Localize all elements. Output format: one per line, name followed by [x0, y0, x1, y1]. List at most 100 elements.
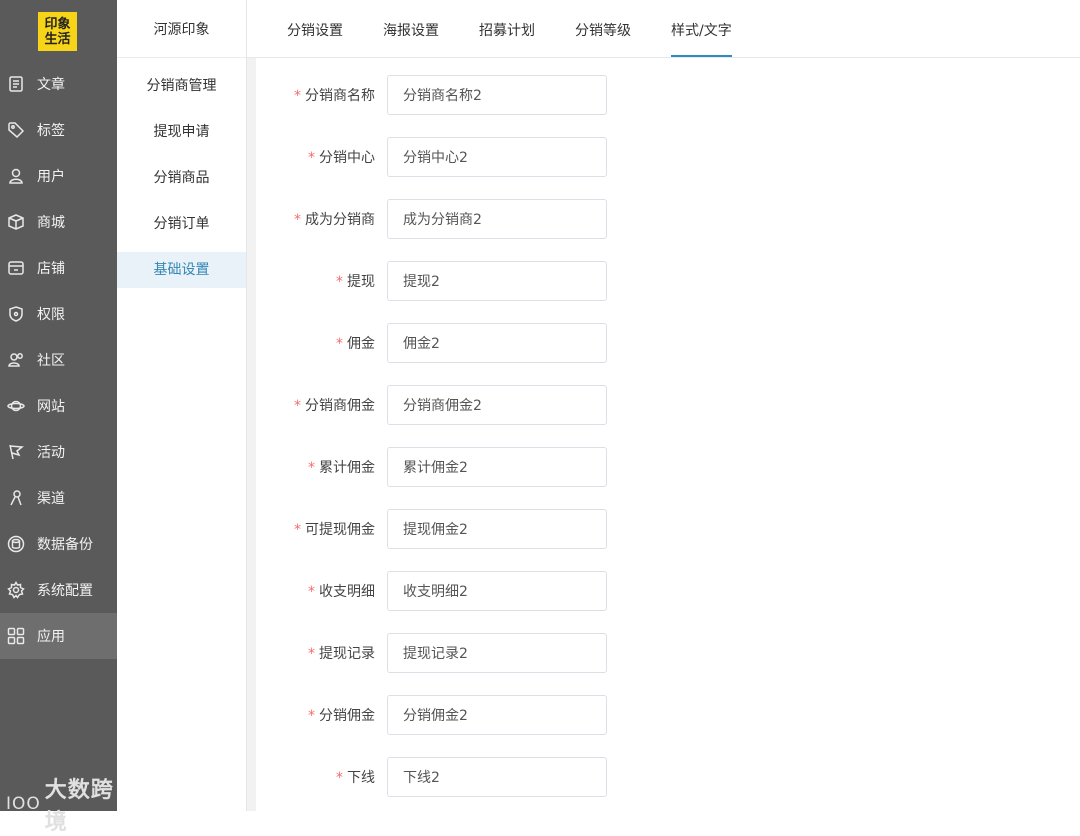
sidebar-item-articles[interactable]: 文章 — [0, 61, 117, 107]
field-label: * 累计佣金 — [247, 457, 375, 477]
form-row: * 提现记录 — [247, 633, 607, 673]
community-icon — [7, 351, 25, 369]
form-row: * 可提现佣金 — [247, 509, 607, 549]
field-label-text: 分销中心 — [319, 150, 375, 166]
app-logo[interactable]: 印象生活 — [38, 12, 77, 51]
flag-icon — [7, 443, 25, 461]
sidebar-item-community[interactable]: 社区 — [0, 337, 117, 383]
field-label: * 下线 — [247, 767, 375, 787]
required-mark: * — [336, 274, 343, 290]
required-mark: * — [308, 646, 315, 662]
field-label: * 提现 — [247, 271, 375, 291]
tag-icon — [7, 121, 25, 139]
field-label-text: 提现 — [347, 274, 375, 290]
sidebar-item-label: 活动 — [37, 445, 65, 461]
sidebar-item-permissions[interactable]: 权限 — [0, 291, 117, 337]
sidebar-item-label: 用户 — [37, 169, 65, 185]
subnav-item-distribution-products[interactable]: 分销商品 — [117, 160, 246, 196]
required-mark: * — [336, 770, 343, 786]
subnav-item-distribution-orders[interactable]: 分销订单 — [117, 206, 246, 242]
required-mark: * — [294, 88, 301, 104]
tab-style-text[interactable]: 样式/文字 — [671, 0, 732, 57]
shield-icon — [7, 305, 25, 323]
become-distributor-input[interactable] — [387, 199, 607, 239]
sidebar-item-label: 商城 — [37, 215, 65, 231]
field-label: * 可提现佣金 — [247, 519, 375, 539]
field-label-text: 佣金 — [347, 336, 375, 352]
sidebar-item-activity[interactable]: 活动 — [0, 429, 117, 475]
sidebar-item-label: 系统配置 — [37, 583, 93, 599]
tab-poster-settings[interactable]: 海报设置 — [383, 0, 439, 57]
subnav-item-distributor-management[interactable]: 分销商管理 — [117, 68, 246, 104]
sidebar-item-system-config[interactable]: 系统配置 — [0, 567, 117, 613]
withdraw-input[interactable] — [387, 261, 607, 301]
sidebar-item-label: 文章 — [37, 77, 65, 93]
form-row: * 成为分销商 — [247, 199, 607, 239]
sidebar-item-tags[interactable]: 标签 — [0, 107, 117, 153]
total-commission-input[interactable] — [387, 447, 607, 487]
watermark-logo-icon: IOO — [6, 794, 41, 814]
withdrawable-commission-input[interactable] — [387, 509, 607, 549]
sidebar-item-users[interactable]: 用户 — [0, 153, 117, 199]
watermark: IOO 大数跨境 — [6, 772, 117, 836]
form-row: * 分销佣金 — [247, 695, 607, 735]
field-label: * 成为分销商 — [247, 209, 375, 229]
sidebar-item-label: 渠道 — [37, 491, 65, 507]
field-label-text: 收支明细 — [319, 584, 375, 600]
form-row: * 佣金 — [247, 323, 607, 363]
required-mark: * — [294, 398, 301, 414]
database-icon — [7, 535, 25, 553]
planet-icon — [7, 397, 25, 415]
distribution-commission-input[interactable] — [387, 695, 607, 735]
required-mark: * — [308, 150, 315, 166]
sidebar-item-backup[interactable]: 数据备份 — [0, 521, 117, 567]
apps-icon — [7, 627, 25, 645]
sidebar-item-label: 数据备份 — [37, 537, 93, 553]
subnav-item-withdrawal-request[interactable]: 提现申请 — [117, 114, 246, 150]
commission-input[interactable] — [387, 323, 607, 363]
sidebar-item-label: 权限 — [37, 307, 65, 323]
form-row: * 累计佣金 — [247, 447, 607, 487]
sidebar-item-apps[interactable]: 应用 — [0, 613, 117, 659]
gear-icon — [7, 581, 25, 599]
withdrawal-records-input[interactable] — [387, 633, 607, 673]
field-label: * 分销佣金 — [247, 705, 375, 725]
sidebar-item-label: 网站 — [37, 399, 65, 415]
form-row: * 下线 — [247, 757, 607, 797]
distributor-name-input[interactable] — [387, 75, 607, 115]
required-mark: * — [308, 460, 315, 476]
main-nav: 文章 标签 用户 商城 店铺 权限 社区 网站 活动 渠道 数据备份 系统配置 … — [0, 61, 117, 659]
channel-icon — [7, 489, 25, 507]
sidebar-item-store[interactable]: 店铺 — [0, 245, 117, 291]
sidebar-item-channel[interactable]: 渠道 — [0, 475, 117, 521]
required-mark: * — [308, 584, 315, 600]
required-mark: * — [294, 212, 301, 228]
field-label-text: 累计佣金 — [319, 460, 375, 476]
required-mark: * — [308, 708, 315, 724]
user-icon — [7, 167, 25, 185]
distributor-commission-input[interactable] — [387, 385, 607, 425]
downline-input[interactable] — [387, 757, 607, 797]
sidebar-item-mall[interactable]: 商城 — [0, 199, 117, 245]
field-label: * 佣金 — [247, 333, 375, 353]
field-label: * 提现记录 — [247, 643, 375, 663]
store-icon — [7, 259, 25, 277]
field-label-text: 分销商名称 — [305, 88, 375, 104]
field-label-text: 下线 — [347, 770, 375, 786]
distribution-center-input[interactable] — [387, 137, 607, 177]
subnav-item-basic-settings[interactable]: 基础设置 — [117, 252, 246, 288]
form-row: * 分销商佣金 — [247, 385, 607, 425]
sidebar-item-label: 应用 — [37, 629, 65, 645]
main-content: *分销商名称 *分销中心 *成为分销商 *提现 *佣金 *分销商佣金 *累计佣金… — [247, 58, 1080, 811]
field-label-text: 分销商佣金 — [305, 398, 375, 414]
tab-distribution-levels[interactable]: 分销等级 — [575, 0, 631, 57]
required-mark: * — [294, 522, 301, 538]
field-label-text: 可提现佣金 — [305, 522, 375, 538]
box-icon — [7, 213, 25, 231]
income-expense-detail-input[interactable] — [387, 571, 607, 611]
tab-distribution-settings[interactable]: 分销设置 — [287, 0, 343, 57]
store-brand-name: 河源印象 — [117, 0, 246, 58]
sidebar-item-label: 标签 — [37, 123, 65, 139]
tab-recruitment-plan[interactable]: 招募计划 — [479, 0, 535, 57]
sidebar-item-website[interactable]: 网站 — [0, 383, 117, 429]
